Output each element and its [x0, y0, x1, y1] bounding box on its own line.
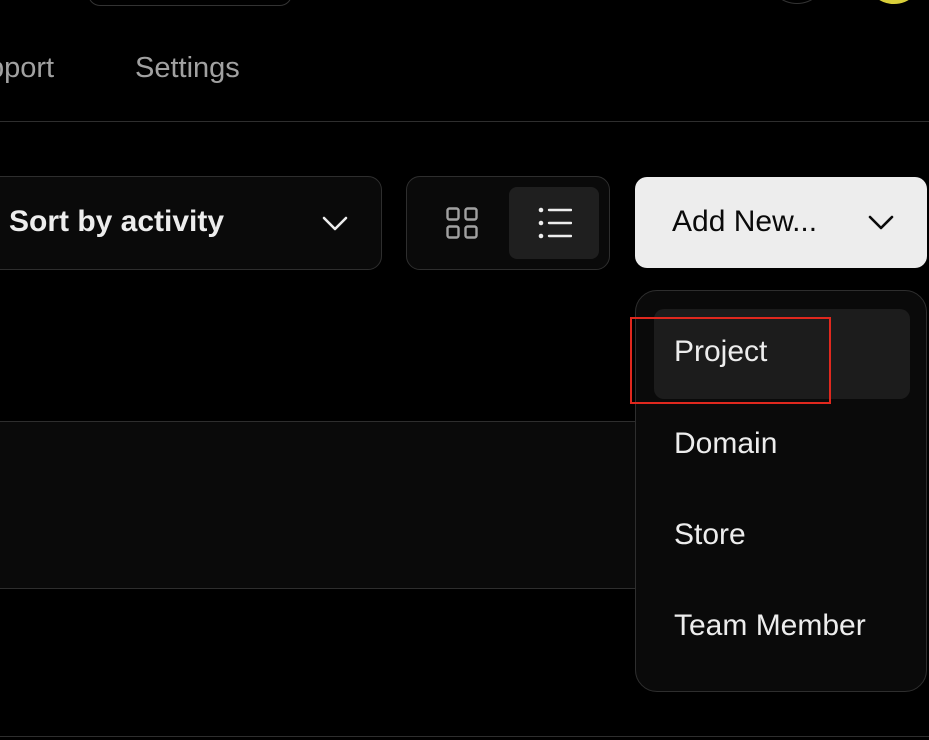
add-new-menu: Project Domain Store Team Member — [635, 290, 927, 692]
chevron-down-icon — [868, 215, 894, 230]
grid-icon — [446, 207, 478, 239]
tab-support[interactable]: pport — [0, 52, 54, 85]
dashboard-page: pport Settings Sort by activity — [0, 0, 929, 740]
menu-item-label: Project — [674, 335, 768, 368]
add-new-label: Add New... — [672, 205, 818, 238]
menu-item-label: Team Member — [674, 609, 866, 642]
menu-item-domain[interactable]: Domain — [654, 401, 910, 491]
chevron-down-icon — [322, 216, 348, 231]
add-new-button[interactable]: Add New... — [635, 177, 927, 268]
list-view-button[interactable] — [509, 187, 599, 259]
divider — [0, 736, 929, 737]
menu-item-project[interactable]: Project — [654, 309, 910, 399]
menu-item-team-member[interactable]: Team Member — [654, 583, 910, 673]
tab-settings[interactable]: Settings — [135, 52, 240, 85]
sort-select-label: Sort by activity — [9, 205, 225, 238]
menu-item-store[interactable]: Store — [654, 492, 910, 582]
sort-select[interactable]: Sort by activity — [0, 176, 382, 270]
top-nav: pport Settings — [0, 0, 929, 122]
grid-view-button[interactable] — [417, 187, 507, 259]
project-card[interactable] — [0, 421, 660, 589]
list-icon — [538, 207, 572, 239]
menu-item-label: Domain — [674, 427, 778, 460]
menu-item-label: Store — [674, 518, 746, 551]
view-toggle — [406, 176, 610, 270]
